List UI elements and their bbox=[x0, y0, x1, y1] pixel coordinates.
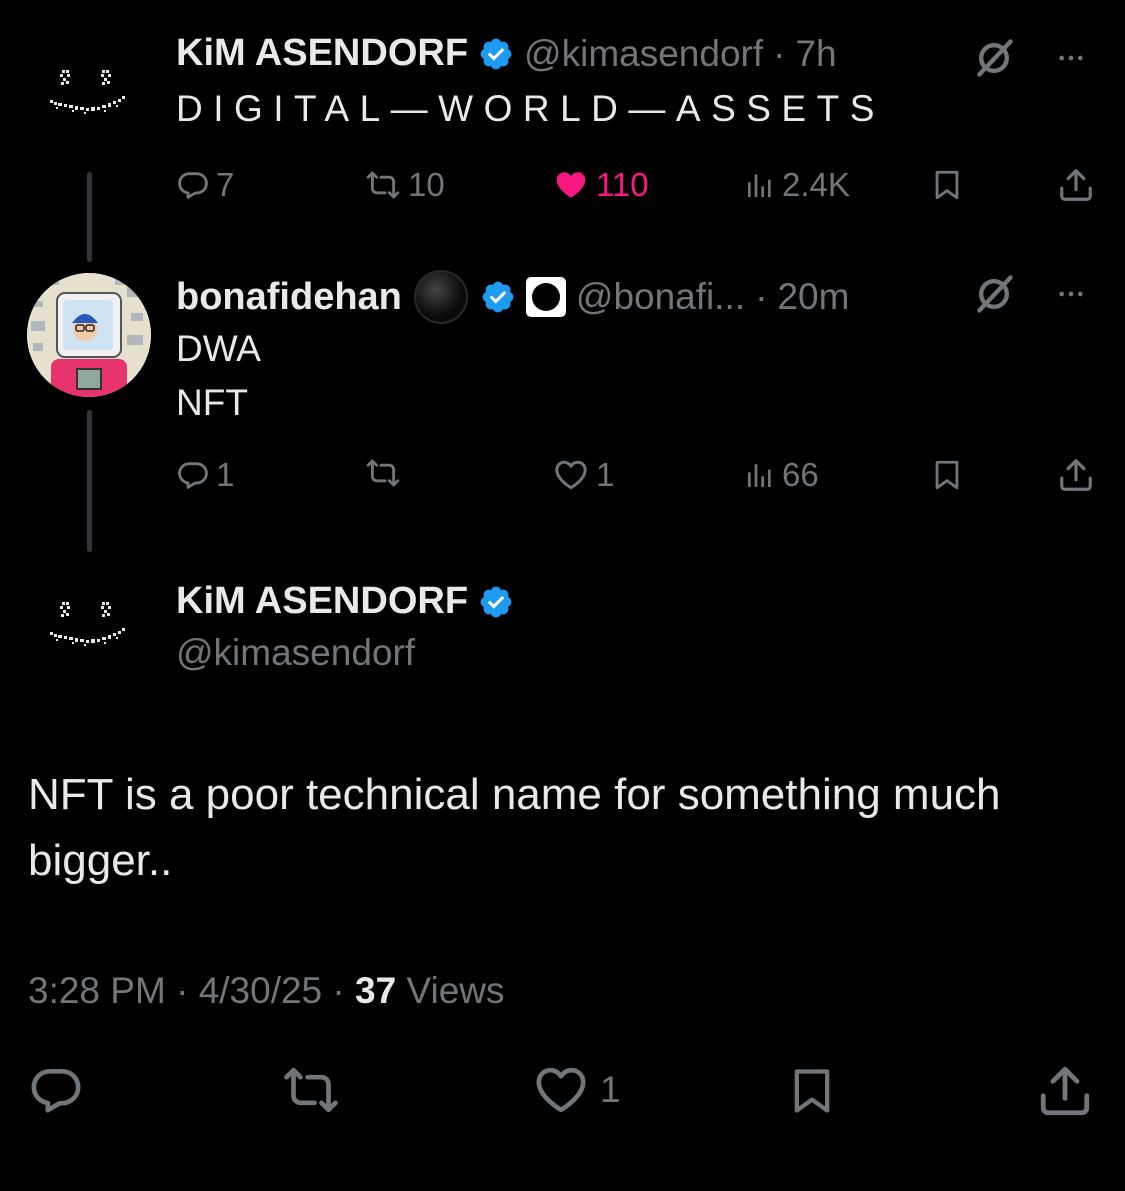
tweet2-reply-count: 1 bbox=[216, 456, 235, 493]
share-icon[interactable] bbox=[1057, 456, 1095, 494]
tweet1-views-button[interactable]: 2.4K bbox=[744, 166, 850, 204]
tweet2-reply-button[interactable]: 1 bbox=[176, 456, 234, 494]
heart-icon bbox=[552, 167, 590, 203]
tweet2-handle[interactable]: @bonafi... bbox=[576, 276, 745, 318]
tweet2-text: DWA NFT bbox=[176, 322, 261, 430]
bookmark-icon[interactable] bbox=[786, 1062, 838, 1120]
meta-separator: · bbox=[332, 970, 356, 1011]
grok-icon[interactable] bbox=[972, 36, 1016, 80]
thread-line bbox=[87, 410, 92, 552]
verified-badge-icon bbox=[478, 36, 514, 72]
thread-line bbox=[87, 172, 92, 262]
tweet2-line-1: DWA bbox=[176, 328, 261, 369]
repost-icon[interactable] bbox=[280, 1062, 342, 1118]
main-handle[interactable]: @kimasendorf bbox=[176, 632, 415, 674]
views-icon bbox=[744, 169, 776, 201]
reply-icon bbox=[176, 168, 210, 202]
tweet2-like-count: 1 bbox=[596, 456, 615, 493]
tweet1-reply-button[interactable]: 7 bbox=[176, 166, 234, 204]
main-tweet-meta: 3:28 PM · 4/30/25 · 37 Views bbox=[28, 970, 505, 1012]
tweet1-view-count: 2.4K bbox=[782, 166, 850, 203]
tweet2-line-2: NFT bbox=[176, 382, 248, 423]
avatar-bonafidehan[interactable] bbox=[27, 273, 151, 397]
tweet1-header: KiM ASENDORF @kimasendorf · 7h bbox=[176, 32, 837, 75]
tweet2-separator: · bbox=[755, 276, 768, 317]
reply-icon bbox=[176, 458, 210, 492]
tweet2-time[interactable]: 20m bbox=[777, 276, 849, 318]
more-icon[interactable] bbox=[1050, 280, 1092, 308]
main-tweet-views-count: 37 bbox=[355, 970, 397, 1011]
tweet1-repost-count: 10 bbox=[408, 166, 445, 203]
main-tweet-views-label: Views bbox=[406, 970, 505, 1011]
tweet1-time[interactable]: 7h bbox=[795, 33, 836, 75]
share-icon[interactable] bbox=[1057, 166, 1095, 204]
meta-separator: · bbox=[176, 970, 199, 1011]
black-circle-emoji-icon bbox=[413, 270, 468, 324]
bookmark-icon[interactable] bbox=[930, 456, 964, 494]
repost-icon bbox=[364, 456, 402, 490]
tweet2-header: bonafidehan @bonafi... · 20m bbox=[176, 270, 849, 324]
tweet1-like-count: 110 bbox=[596, 166, 649, 203]
main-like-button[interactable]: 1 bbox=[532, 1062, 621, 1118]
tweet2-author-name[interactable]: bonafidehan bbox=[176, 276, 402, 319]
tweet1-reply-count: 7 bbox=[216, 166, 235, 203]
avatar-image bbox=[27, 273, 151, 397]
grok-icon[interactable] bbox=[972, 272, 1016, 316]
tweet1-text: DIGITAL—WORLD—ASSETS bbox=[176, 88, 885, 129]
more-icon[interactable] bbox=[1050, 44, 1092, 72]
tweet2-views-button[interactable]: 66 bbox=[744, 456, 819, 494]
main-tweet-date[interactable]: 4/30/25 bbox=[199, 970, 322, 1011]
tweet1-like-button[interactable]: 110 bbox=[552, 166, 649, 204]
tweet2-like-button[interactable]: 1 bbox=[552, 456, 614, 494]
main-author-name[interactable]: KiM ASENDORF bbox=[176, 580, 468, 623]
main-tweet-time[interactable]: 3:28 PM bbox=[28, 970, 166, 1011]
reply-icon[interactable] bbox=[28, 1062, 84, 1118]
heart-icon bbox=[532, 1062, 590, 1118]
views-icon bbox=[744, 459, 776, 491]
main-like-count: 1 bbox=[600, 1069, 621, 1110]
heart-icon bbox=[552, 457, 590, 493]
avatar-kim-asendorf[interactable] bbox=[46, 598, 136, 658]
tweet1-author-name[interactable]: KiM ASENDORF bbox=[176, 32, 468, 75]
affiliate-badge-icon bbox=[525, 277, 566, 317]
verified-badge-icon bbox=[478, 584, 514, 620]
tweet2-repost-button[interactable] bbox=[364, 456, 408, 490]
bookmark-icon[interactable] bbox=[930, 166, 964, 204]
tweet1-repost-button[interactable]: 10 bbox=[364, 166, 445, 204]
main-tweet-author: KiM ASENDORF bbox=[176, 580, 514, 623]
tweet2-view-count: 66 bbox=[782, 456, 819, 493]
tweet1-separator: · bbox=[773, 32, 786, 74]
main-tweet-text: NFT is a poor technical name for somethi… bbox=[28, 770, 1001, 885]
verified-badge-icon bbox=[480, 279, 516, 315]
repost-icon bbox=[364, 168, 402, 202]
tweet1-handle[interactable]: @kimasendorf bbox=[524, 33, 763, 75]
share-icon[interactable] bbox=[1036, 1062, 1094, 1120]
avatar-kim-asendorf[interactable] bbox=[46, 66, 136, 126]
